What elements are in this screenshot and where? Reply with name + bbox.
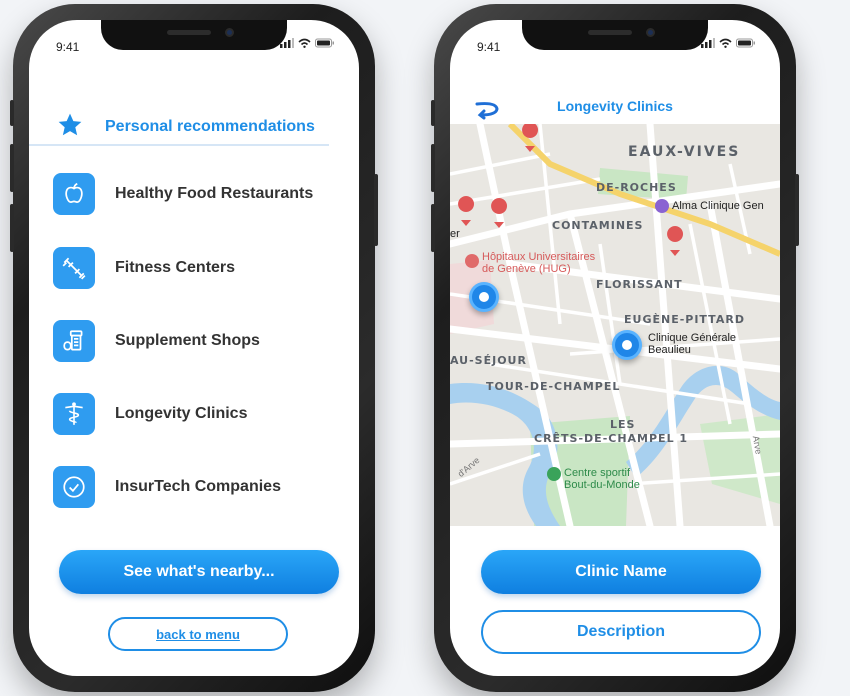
category-label: Supplement Shops (115, 332, 260, 349)
district-label: FLORISSANT (596, 278, 683, 291)
category-supplements[interactable]: Supplement Shops (53, 320, 260, 362)
wifi-icon (719, 38, 732, 48)
clinic-map-pin[interactable] (469, 282, 499, 312)
district-label: CONTAMINES (552, 219, 644, 232)
check-circle-icon (53, 466, 95, 508)
poi-label: Centre sportif (564, 467, 631, 479)
district-label: EUGÈNE-PITTARD (624, 313, 745, 326)
poi-label: Alma Clinique Gen (672, 200, 764, 212)
clinic-name-button[interactable]: Clinic Name (481, 550, 761, 594)
description-button[interactable]: Description (481, 610, 761, 654)
poi-label: Hôpitaux Universitaires (482, 251, 596, 263)
category-fitness[interactable]: Fitness Centers (53, 247, 235, 289)
status-time: 9:41 (56, 40, 80, 54)
caduceus-icon (53, 393, 95, 435)
left-screen: 9:41 Personal recommendations Healthy Fo… (29, 20, 359, 676)
dumbbell-icon (53, 247, 95, 289)
screen-title: Longevity Clinics (557, 98, 673, 114)
clinic-map[interactable]: EAUX-VIVES DE-ROCHES CONTAMINES FLORISSA… (450, 124, 780, 526)
back-to-menu-button[interactable]: back to menu (108, 617, 288, 651)
district-label: EAUX-VIVES (628, 144, 741, 160)
left-phone-frame: 9:41 Personal recommendations Healthy Fo… (10, 4, 378, 692)
district-label: CRÊTS-DE-CHAMPEL 1 (534, 432, 689, 445)
map-fragment-label: er (450, 228, 460, 240)
district-label: DE-ROCHES (596, 181, 677, 194)
battery-icon (736, 38, 755, 48)
right-phone-frame: 9:41 Longevity Clinics EAUX-VIVES DE-ROC… (431, 4, 799, 692)
status-icons (280, 38, 335, 48)
category-healthy-food[interactable]: Healthy Food Restaurants (53, 173, 313, 215)
poi-label: de Genève (HUG) (482, 263, 571, 275)
category-longevity-clinics[interactable]: Longevity Clinics (53, 393, 247, 435)
notch (101, 20, 287, 50)
recommendations-title: Personal recommendations (105, 118, 315, 135)
back-to-menu-label: back to menu (156, 626, 240, 642)
apple-icon (53, 173, 95, 215)
clinic-map-pin[interactable] (612, 330, 642, 360)
district-label: AU-SÉJOUR (450, 354, 527, 367)
status-time: 9:41 (477, 40, 501, 54)
status-icons (701, 38, 756, 48)
poi-label: Bout-du-Monde (564, 479, 640, 491)
wifi-icon (298, 38, 311, 48)
district-label: LES (610, 418, 636, 431)
category-label: Longevity Clinics (115, 405, 248, 422)
poi-label: Beaulieu (648, 344, 691, 356)
see-whats-nearby-button[interactable]: See what's nearby... (59, 550, 339, 594)
notch (522, 20, 708, 50)
pill-bottle-icon (53, 320, 95, 362)
category-label: Fitness Centers (115, 259, 236, 276)
right-screen: 9:41 Longevity Clinics EAUX-VIVES DE-ROC… (450, 20, 780, 676)
category-label: Healthy Food Restaurants (115, 185, 314, 202)
category-label: InsurTech Companies (115, 478, 281, 495)
recommendations-header: Personal recommendations (29, 112, 329, 146)
category-insurtech[interactable]: InsurTech Companies (53, 466, 281, 508)
star-icon (58, 113, 82, 136)
poi-label: Clinique Générale (648, 332, 737, 344)
battery-icon (315, 38, 334, 48)
district-label: TOUR-DE-CHAMPEL (486, 380, 621, 393)
